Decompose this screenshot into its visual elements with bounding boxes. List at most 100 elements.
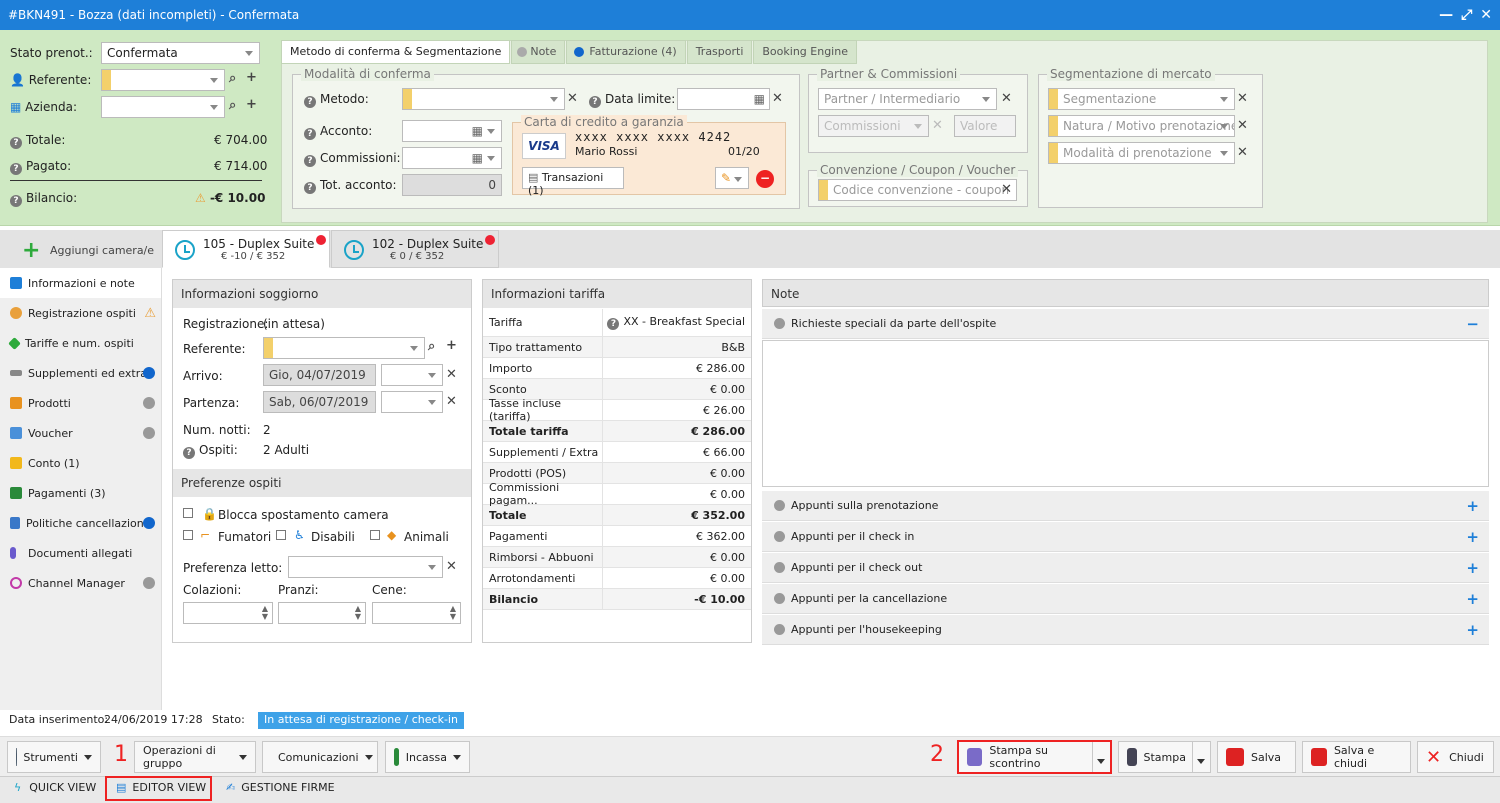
clear-icon[interactable]: ✕ [1237, 145, 1248, 160]
clear-icon[interactable]: ✕ [1237, 118, 1248, 133]
referente-select[interactable] [101, 69, 225, 91]
paperclip-icon [10, 547, 16, 559]
transazioni-button[interactable]: ▤ Transazioni (1) [522, 167, 624, 197]
sidebar-item-registrazione[interactable]: Registrazione ospiti ⚠ [0, 298, 161, 328]
clear-icon[interactable]: ✕ [446, 394, 457, 409]
data-inserimento-value: 24/06/2019 17:28 [104, 713, 203, 726]
sidebar-item-tariffe[interactable]: Tariffe e num. ospiti [0, 328, 161, 358]
search-icon[interactable]: ⌕ [229, 71, 236, 86]
comunicazioni-button[interactable]: Comunicazioni [262, 741, 378, 773]
minimize-icon[interactable]: — [1439, 7, 1453, 23]
stato-select[interactable]: Confermata [101, 42, 260, 64]
add-icon[interactable]: + [446, 338, 457, 353]
acconto-input[interactable]: ▦ [402, 120, 502, 142]
salva-button[interactable]: Salva [1217, 741, 1296, 773]
tab-trasporti[interactable]: Trasporti [686, 40, 753, 64]
arrivo-date[interactable]: Gio, 04/07/2019 [263, 364, 376, 386]
note-item[interactable]: Appunti per il check in + [762, 522, 1489, 552]
partenza-time-select[interactable] [381, 391, 443, 413]
maximize-icon[interactable]: ⤢ [1461, 7, 1472, 23]
pranzi-stepper[interactable]: ▲ ▼ [278, 602, 366, 624]
operazioni-button[interactable]: Operazioni di gruppo [134, 741, 256, 773]
edit-card-button[interactable]: ✎ [715, 167, 749, 189]
metodo-select[interactable] [402, 88, 565, 110]
tariffa-row: Importo € 286.00 [483, 358, 751, 379]
tab-fatturazione[interactable]: Fatturazione (4) [566, 40, 686, 64]
partner-select[interactable]: Partner / Intermediario [818, 88, 997, 110]
sidebar-item-politiche[interactable]: Politiche cancellazione [0, 508, 161, 538]
azienda-select[interactable] [101, 96, 225, 118]
clear-icon[interactable]: ✕ [772, 91, 783, 106]
acconto-label: ? Acconto: [304, 124, 372, 140]
gestione-firme-button[interactable]: ✍ GESTIONE FIRME [226, 781, 335, 794]
sidebar-item-prodotti[interactable]: Prodotti [0, 388, 161, 418]
note-item[interactable]: Appunti per il check out + [762, 553, 1489, 583]
colazioni-stepper[interactable]: ▲ ▼ [183, 602, 273, 624]
commissioni-input[interactable]: ▦ [402, 147, 502, 169]
strumenti-button[interactable]: Strumenti [7, 741, 101, 773]
modalita-select[interactable]: Modalità di prenotazione [1048, 142, 1235, 164]
codice-convenzione-input[interactable]: Codice convenzione - coupon ✕ [818, 179, 1017, 201]
letto-select[interactable] [288, 556, 443, 578]
clear-icon[interactable]: ✕ [567, 91, 578, 106]
status-dot [774, 318, 785, 329]
sidebar-item-pagamenti[interactable]: Pagamenti (3) [0, 478, 161, 508]
clear-icon[interactable]: ✕ [1237, 91, 1248, 106]
note-item[interactable]: Appunti per l'housekeeping + [762, 615, 1489, 645]
tab-booking-engine[interactable]: Booking Engine [753, 40, 857, 64]
remove-card-icon[interactable]: − [756, 170, 774, 188]
search-icon[interactable]: ⌕ [428, 339, 435, 354]
add-room-button[interactable]: Aggiungi camera/e [50, 244, 154, 257]
warning-icon: ⚠ [195, 191, 206, 205]
sidebar-item-conto[interactable]: Conto (1) [0, 448, 161, 478]
pranzi-label: Pranzi: [278, 583, 319, 597]
valore-input[interactable]: Valore [954, 115, 1016, 137]
richieste-row[interactable]: Richieste speciali da parte dell'ospite − [762, 309, 1489, 339]
arrivo-time-select[interactable] [381, 364, 443, 386]
search-icon[interactable]: ⌕ [229, 98, 236, 113]
add-room-icon[interactable]: + [22, 238, 40, 263]
quick-view-button[interactable]: ϟ QUICK VIEW [14, 781, 96, 794]
clear-icon[interactable]: ✕ [932, 118, 943, 133]
partenza-date[interactable]: Sab, 06/07/2019 [263, 391, 376, 413]
fumatori-checkbox[interactable] [183, 530, 193, 540]
clear-icon[interactable]: ✕ [446, 559, 457, 574]
room-tab-102[interactable]: 102 - Duplex Suite € 0 / € 352 [331, 230, 499, 268]
note-item[interactable]: Appunti sulla prenotazione + [762, 491, 1489, 521]
sidebar-item-supplementi[interactable]: Supplementi ed extra [0, 358, 161, 388]
sidebar-item-documenti[interactable]: Documenti allegati [0, 538, 161, 568]
tab-metodo[interactable]: Metodo di conferma & Segmentazione [281, 40, 511, 64]
expand-icon: + [1466, 558, 1479, 577]
chiudi-button[interactable]: ✕ Chiudi [1417, 741, 1494, 773]
clear-icon[interactable]: ✕ [446, 367, 457, 382]
disabili-checkbox[interactable] [276, 530, 286, 540]
add-icon[interactable]: + [246, 70, 257, 85]
sidebar-item-voucher[interactable]: Voucher [0, 418, 161, 448]
clear-icon[interactable]: ✕ [1001, 91, 1012, 106]
note-item[interactable]: Appunti per la cancellazione + [762, 584, 1489, 614]
richieste-textarea[interactable] [762, 340, 1489, 487]
status-dot [574, 47, 585, 57]
commissioni-select[interactable]: Commissioni [818, 115, 929, 137]
sidebar-item-channel[interactable]: Channel Manager [0, 568, 161, 598]
soggiorno-referente-select[interactable] [263, 337, 425, 359]
tab-note[interactable]: Note [511, 40, 566, 64]
data-limite-input[interactable]: ▦ [677, 88, 770, 110]
status-dot [143, 397, 155, 409]
signature-icon: ✍ [226, 781, 236, 794]
stampa-button[interactable]: Stampa [1118, 741, 1211, 773]
letto-label: Preferenza letto: [183, 561, 283, 575]
tariffa-value: € 0.00 [710, 382, 745, 396]
salva-chiudi-button[interactable]: Salva e chiudi [1302, 741, 1411, 773]
natura-select[interactable]: Natura / Motivo prenotazione [1048, 115, 1235, 137]
incassa-button[interactable]: Incassa [385, 741, 470, 773]
add-icon[interactable]: + [246, 97, 257, 112]
animali-checkbox[interactable] [370, 530, 380, 540]
room-tab-105[interactable]: 105 - Duplex Suite € -10 / € 352 [162, 230, 330, 268]
sidebar-item-informazioni[interactable]: Informazioni e note [0, 268, 161, 298]
segmentazione-select[interactable]: Segmentazione [1048, 88, 1235, 110]
cene-stepper[interactable]: ▲ ▼ [372, 602, 461, 624]
close-icon[interactable]: ✕ [1480, 7, 1492, 23]
pencil-icon: ✎ [721, 171, 732, 185]
blocca-checkbox[interactable] [183, 508, 193, 518]
